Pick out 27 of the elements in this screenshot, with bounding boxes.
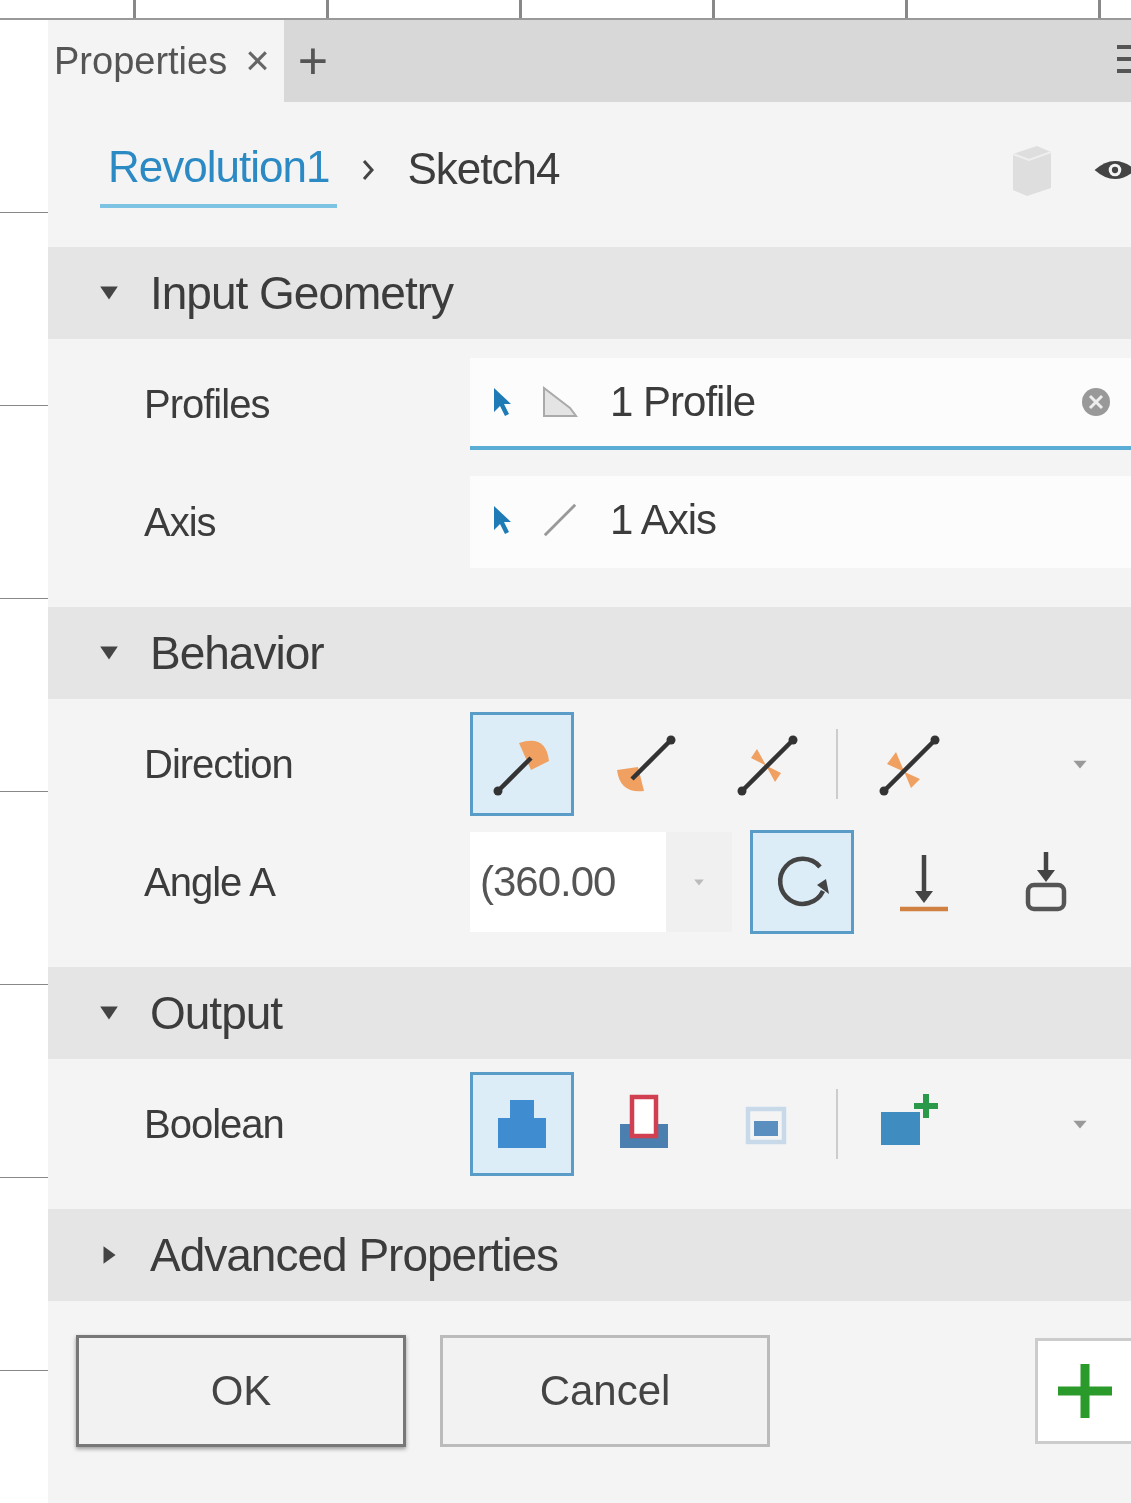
field-label: Axis <box>144 499 217 545</box>
field-label: Profiles <box>144 381 271 427</box>
section-header[interactable]: Advanced Properties <box>48 1209 1131 1301</box>
join-solid-button[interactable] <box>470 1072 574 1176</box>
breadcrumb-link[interactable]: Sketch4 <box>399 133 568 206</box>
selection-field[interactable]: 1 Profile <box>470 358 1131 450</box>
properties-tab[interactable]: Properties <box>48 20 228 102</box>
direction-one-side-button[interactable] <box>470 712 574 816</box>
angle-field[interactable]: (360.00 <box>470 832 666 932</box>
field-label: Angle A <box>144 859 277 905</box>
section-header[interactable]: Output <box>48 967 1131 1059</box>
apply-button[interactable] <box>1035 1338 1131 1444</box>
cancel-button[interactable]: Cancel <box>440 1335 770 1447</box>
selection-field[interactable]: 1 Axis <box>470 476 1131 568</box>
section-header[interactable]: Behavior <box>48 607 1131 699</box>
full-revolution-button[interactable] <box>750 830 854 934</box>
clear-icon[interactable] <box>1081 387 1111 417</box>
field-label: Boolean <box>144 1101 285 1147</box>
plus-icon <box>1055 1361 1115 1421</box>
cursor-icon <box>492 386 512 418</box>
section-header[interactable]: Input Geometry <box>48 247 1131 339</box>
ok-button[interactable]: OK <box>76 1335 406 1447</box>
close-tab-button[interactable]: × <box>245 37 270 85</box>
cursor-icon <box>492 504 512 536</box>
add-tab-button[interactable]: + <box>297 35 329 87</box>
chevron-icon <box>361 157 376 182</box>
field-label: Direction <box>144 741 294 787</box>
